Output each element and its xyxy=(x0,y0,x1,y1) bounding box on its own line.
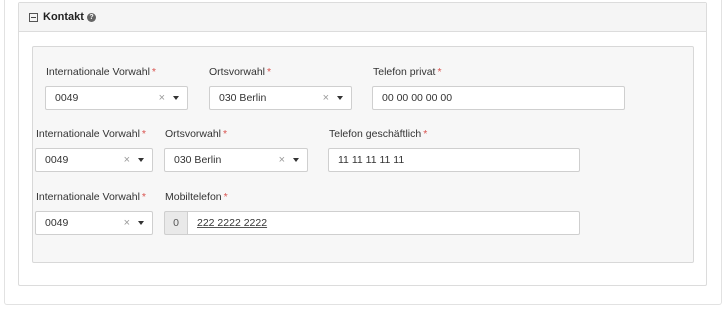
mobile-prefix-addon: 0 xyxy=(164,211,187,235)
country-code-label-private: Internationale Vorwahl * xyxy=(46,66,156,78)
chevron-down-icon[interactable] xyxy=(293,158,299,162)
mobile-phone-input[interactable]: 222 2222 2222 xyxy=(187,211,580,235)
help-icon[interactable]: ? xyxy=(86,12,96,22)
phone-private-input[interactable]: 00 00 00 00 00 xyxy=(372,86,625,110)
chevron-down-icon[interactable] xyxy=(138,158,144,162)
clear-icon[interactable]: × xyxy=(279,154,285,166)
mobile-phone-group: 0 222 2222 2222 xyxy=(164,211,580,235)
clear-icon[interactable]: × xyxy=(124,217,130,229)
mobile-phone-label: Mobiltelefon * xyxy=(165,191,228,203)
panel-title: Kontakt xyxy=(43,11,84,23)
area-code-select-private[interactable]: 030 Berlin × xyxy=(209,86,352,110)
phone-private-label: Telefon privat * xyxy=(373,66,442,78)
chevron-down-icon[interactable] xyxy=(138,221,144,225)
clear-icon[interactable]: × xyxy=(124,154,130,166)
chevron-down-icon[interactable] xyxy=(173,96,179,100)
country-code-select-mobile[interactable]: 0049 × xyxy=(35,211,153,235)
phone-business-label: Telefon geschäftlich * xyxy=(329,128,428,140)
area-code-label-private: Ortsvorwahl * xyxy=(209,66,272,78)
phone-business-input[interactable]: 11 11 11 11 11 xyxy=(328,148,580,172)
country-code-select-private[interactable]: 0049 × xyxy=(45,86,188,110)
country-code-label-mobile: Internationale Vorwahl * xyxy=(36,191,146,203)
collapse-icon[interactable] xyxy=(29,12,38,22)
area-code-select-business[interactable]: 030 Berlin × xyxy=(164,148,308,172)
panel-header[interactable]: Kontakt ? xyxy=(19,3,706,32)
country-code-select-business[interactable]: 0049 × xyxy=(35,148,153,172)
clear-icon[interactable]: × xyxy=(323,92,329,104)
country-code-label-business: Internationale Vorwahl * xyxy=(36,128,146,140)
clear-icon[interactable]: × xyxy=(159,92,165,104)
area-code-label-business: Ortsvorwahl * xyxy=(165,128,228,140)
chevron-down-icon[interactable] xyxy=(337,96,343,100)
